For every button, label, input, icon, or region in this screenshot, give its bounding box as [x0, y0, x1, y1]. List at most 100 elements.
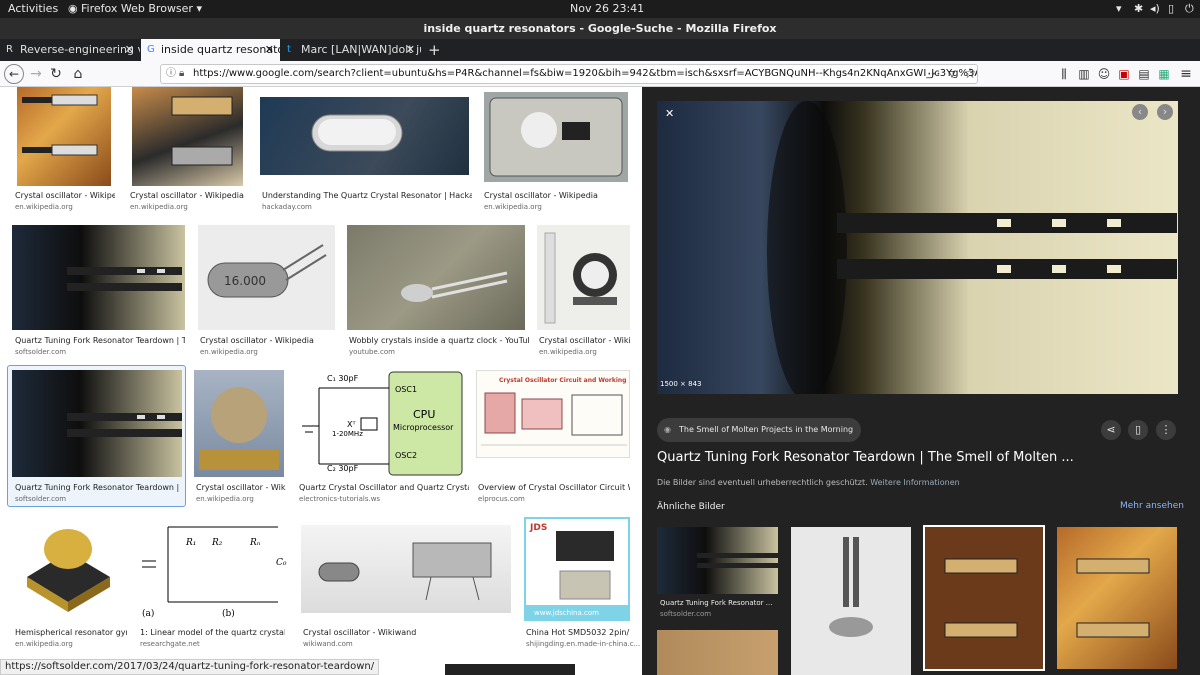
close-icon[interactable]: ✕: [125, 39, 134, 61]
similar-image-thumbnail[interactable]: [791, 527, 911, 675]
result-thumbnail[interactable]: Crystal Oscillator Circuit and Working: [476, 370, 630, 458]
activities-button[interactable]: Activities: [8, 2, 58, 15]
similar-image-thumbnail[interactable]: [657, 630, 778, 675]
close-icon[interactable]: ✕: [406, 39, 415, 61]
lock-icon[interactable]: 🔒︎: [179, 65, 184, 83]
library-icon[interactable]: ⫼: [1056, 64, 1072, 84]
wifi-icon[interactable]: ▾: [1116, 2, 1122, 15]
result-caption[interactable]: Wobbly crystals inside a quartz clock - …: [349, 336, 529, 345]
preview-image[interactable]: ✕ 1500 × 843: [657, 101, 1178, 394]
power-icon[interactable]: ⏻: [1185, 2, 1194, 16]
result-thumbnail[interactable]: [347, 225, 525, 330]
next-image-button[interactable]: ›: [1157, 104, 1173, 120]
result-caption[interactable]: Quartz Tuning Fork Resonator Teardown | …: [15, 483, 180, 492]
reload-button[interactable]: ↻: [46, 64, 66, 84]
frequency-label: 1-20MHz: [332, 430, 363, 438]
result-source: elprocus.com: [478, 495, 525, 503]
share-button[interactable]: ⋖: [1101, 420, 1121, 440]
home-button[interactable]: ⌂: [68, 64, 88, 84]
see-more-link[interactable]: Mehr ansehen: [1120, 501, 1184, 511]
jds-logo: JDS: [529, 523, 547, 533]
result-caption[interactable]: Crystal oscillator - Wikipedia: [130, 191, 245, 200]
tuning-fork-teardown-photo: [67, 267, 182, 291]
result-thumbnail[interactable]: [445, 664, 575, 675]
similar-image-thumbnail[interactable]: [1057, 527, 1177, 669]
tuning-fork-teardown-photo: [67, 413, 182, 437]
sidebar-icon[interactable]: ▥: [1076, 64, 1092, 84]
extension-icon[interactable]: ▣: [1116, 64, 1132, 84]
url-text: https://www.google.com/search?client=ubu…: [193, 68, 978, 79]
more-info-link[interactable]: Weitere Informationen: [870, 478, 960, 487]
info-icon[interactable]: ⓘ: [166, 65, 176, 83]
close-preview-button[interactable]: ✕: [665, 107, 674, 120]
result-caption[interactable]: Quartz Tuning Fork Resonator Teardown | …: [15, 336, 185, 345]
result-thumbnail[interactable]: R₁ R₂ Rₙ C₀ (a) (b): [138, 517, 288, 621]
tab-twitter[interactable]: t Marc [LAN|WAN]dolt jur ✕: [281, 39, 421, 61]
more-options-button[interactable]: ⋮: [1156, 420, 1176, 440]
previous-image-button[interactable]: ‹: [1132, 104, 1148, 120]
preview-title[interactable]: Quartz Tuning Fork Resonator Teardown | …: [657, 450, 1074, 465]
new-tab-button[interactable]: +: [424, 39, 444, 61]
result-caption[interactable]: Quartz Crystal Oscillator and Quartz Cry…: [299, 483, 469, 492]
similar-image-thumbnail[interactable]: [657, 527, 778, 594]
pocket-icon[interactable]: ▿: [944, 64, 960, 84]
url-bar[interactable]: ⓘ 🔒︎ https://www.google.com/search?clien…: [160, 64, 978, 84]
result-source: en.wikipedia.org: [539, 348, 597, 356]
similar-caption[interactable]: Quartz Tuning Fork Resonator ...: [660, 599, 772, 607]
twitter-favicon: t: [287, 44, 291, 55]
result-thumbnail[interactable]: OSC1 CPU Microprocessor OSC2 C₁ 30pF Xᵀ …: [297, 370, 465, 477]
forward-button[interactable]: →: [26, 64, 46, 84]
result-thumbnail[interactable]: [12, 517, 124, 621]
linear-model-diagram: R₁ R₂ Rₙ C₀ (a) (b): [142, 526, 287, 619]
c2-label: C₂ 30pF: [327, 464, 359, 473]
result-source: softsolder.com: [15, 495, 67, 503]
page-actions-icon[interactable]: ⋯: [926, 64, 942, 84]
result-caption[interactable]: Crystal oscillator - Wikipe...: [15, 191, 115, 200]
account-icon[interactable]: ☺: [1096, 64, 1112, 84]
result-caption[interactable]: Hemispherical resonator gyr...: [15, 628, 127, 637]
copyright-notice: Die Bilder sind eventuell urheberrechtli…: [657, 478, 960, 487]
result-thumbnail[interactable]: [301, 525, 511, 613]
result-caption[interactable]: Crystal oscillator - Wikipedia: [484, 191, 630, 200]
result-caption[interactable]: 1: Linear model of the quartz crystal re…: [140, 628, 285, 637]
bluetooth-icon[interactable]: ✱: [1134, 2, 1143, 15]
result-caption[interactable]: Crystal oscillator - Wik...: [196, 483, 286, 492]
crystal-marking: 16.000: [224, 274, 266, 288]
result-caption[interactable]: Crystal oscillator - Wikipedia: [200, 336, 335, 345]
result-caption[interactable]: Understanding The Quartz Crystal Resonat…: [262, 191, 472, 200]
result-thumbnail[interactable]: [537, 225, 630, 330]
tab-reverse-engineering[interactable]: R Reverse-engineering vint ✕: [0, 39, 140, 61]
extension-icon-2[interactable]: ▤: [1136, 64, 1152, 84]
result-thumbnail[interactable]: [132, 87, 243, 186]
result-caption[interactable]: Crystal oscillator - Wikiwand: [303, 628, 513, 637]
source-site-chip[interactable]: ◉ The Smell of Molten Projects in the Mo…: [657, 418, 862, 442]
result-thumbnail[interactable]: [12, 225, 185, 330]
crystal-photo: [171, 96, 233, 166]
similar-image-thumbnail[interactable]: [923, 525, 1045, 671]
c0-label: C₀: [276, 558, 287, 568]
result-caption[interactable]: China Hot SMD5032 2pin/...: [526, 628, 630, 637]
result-thumbnail[interactable]: JDS www.jdschina.com: [524, 517, 630, 621]
result-source: en.wikipedia.org: [200, 348, 258, 356]
result-source: shijingding.en.made-in-china.c...: [526, 640, 641, 648]
clock[interactable]: Nov 26 23:41: [570, 2, 644, 15]
result-thumbnail[interactable]: [194, 370, 284, 477]
result-thumbnail[interactable]: [260, 97, 469, 175]
result-thumbnail[interactable]: [17, 87, 111, 186]
result-caption[interactable]: Overview of Crystal Oscillator Circuit W…: [478, 483, 630, 492]
app-menu[interactable]: Firefox Web Browser ▾: [81, 2, 202, 15]
volume-icon[interactable]: ◂): [1150, 2, 1160, 15]
result-thumbnail[interactable]: [484, 92, 628, 182]
back-button[interactable]: ←: [4, 64, 24, 84]
save-button[interactable]: ▯: [1128, 420, 1148, 440]
close-icon[interactable]: ✕: [265, 39, 274, 61]
extension-icon-3[interactable]: ▦: [1156, 64, 1172, 84]
result-source: youtube.com: [349, 348, 395, 356]
result-thumbnail[interactable]: [12, 370, 182, 477]
result-thumbnail[interactable]: 16.000: [198, 225, 335, 330]
menu-icon[interactable]: ≡: [1178, 64, 1194, 84]
battery-icon[interactable]: ▯: [1168, 2, 1174, 15]
result-caption[interactable]: Crystal oscillator - Wiki...: [539, 336, 631, 345]
tab-google-search[interactable]: G inside quartz resonators ✕: [141, 39, 280, 61]
bookmark-star-icon[interactable]: ☆: [962, 64, 978, 84]
